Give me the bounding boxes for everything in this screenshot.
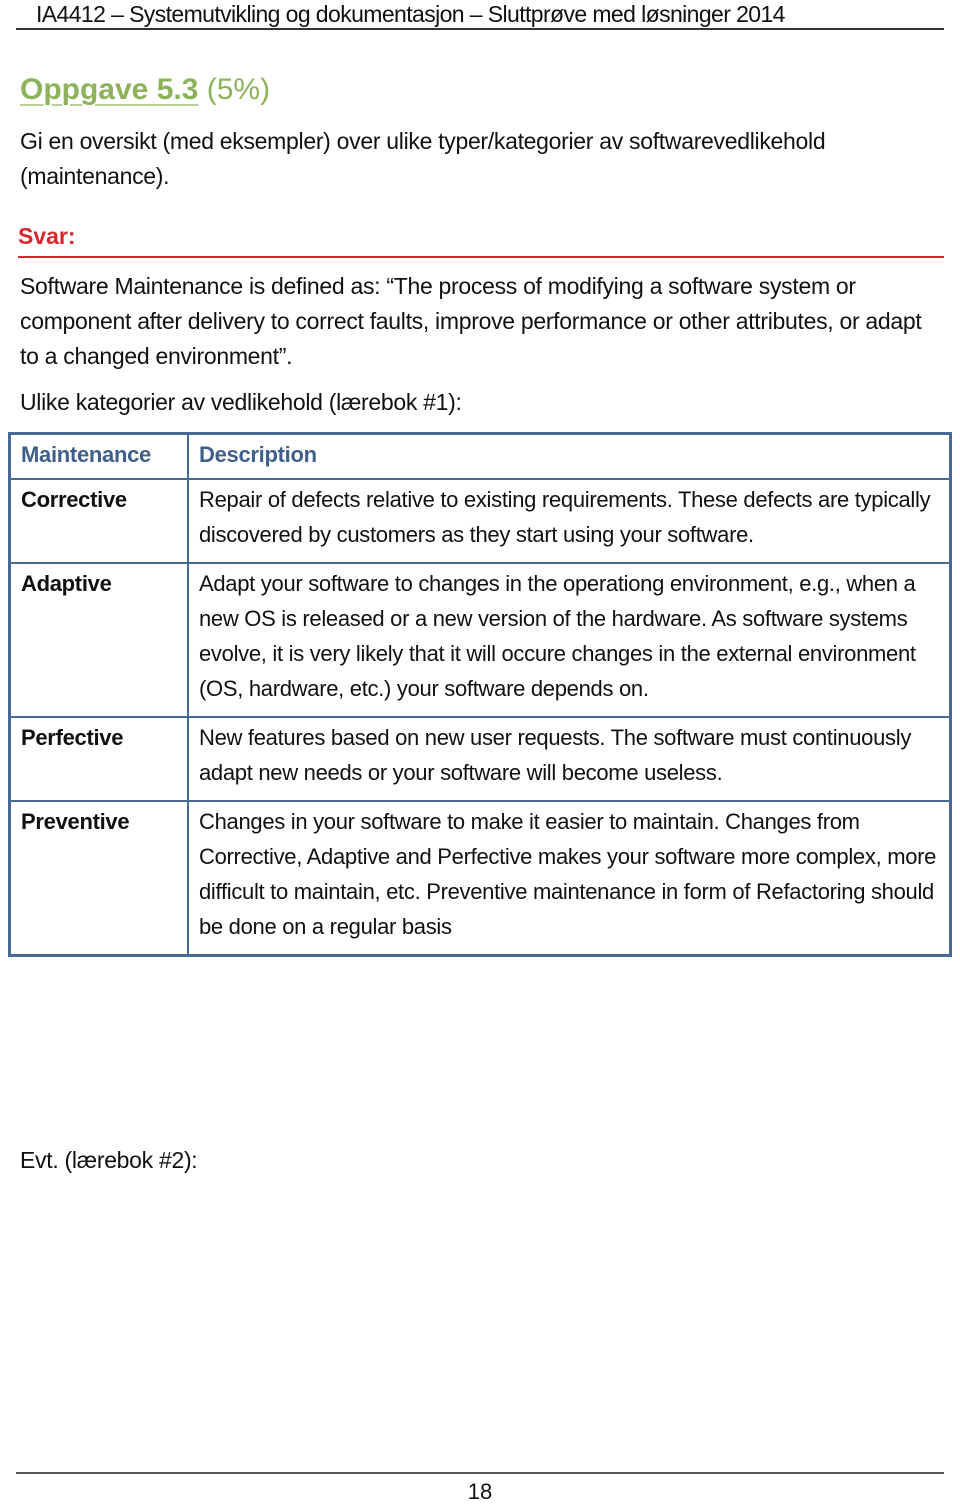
task-number: Oppgave 5.3	[20, 73, 199, 106]
table-row: Preventive Changes in your software to m…	[8, 800, 952, 957]
task-question: Gi en oversikt (med eksempler) over ulik…	[20, 128, 826, 189]
footer-divider	[16, 1472, 944, 1474]
table-header-row: Maintenance Description	[8, 432, 952, 480]
column-header-maintenance: Maintenance	[8, 432, 189, 480]
category-cell: Corrective	[8, 478, 189, 564]
categories-intro: Ulike kategorier av vedlikehold (lærebok…	[20, 389, 462, 415]
category-cell: Adaptive	[8, 562, 189, 718]
category-cell: Preventive	[8, 800, 189, 957]
description-cell: Changes in your software to make it easi…	[187, 800, 952, 957]
page-header: IA4412 – Systemutvikling og dokumentasjo…	[16, 0, 944, 30]
table-row: Perfective New features based on new use…	[8, 716, 952, 802]
description-cell: New features based on new user requests.…	[187, 716, 952, 802]
category-cell: Perfective	[8, 716, 189, 802]
maintenance-definition: Software Maintenance is defined as: “The…	[20, 273, 922, 369]
task-heading: Oppgave 5.3 (5%)	[20, 70, 270, 110]
table-row: Adaptive Adapt your software to changes …	[8, 562, 952, 718]
description-cell: Repair of defects relative to existing r…	[187, 478, 952, 564]
maintenance-table: Maintenance Description Corrective Repai…	[8, 432, 952, 957]
page-number: 18	[467, 1479, 493, 1504]
answer-label: Svar:	[18, 220, 944, 258]
task-weight: (5%)	[206, 73, 271, 106]
column-header-description: Description	[187, 432, 952, 480]
additional-reference: Evt. (lærebok #2):	[20, 1147, 198, 1173]
document-title: IA4412 – Systemutvikling og dokumentasjo…	[36, 1, 785, 27]
table-row: Corrective Repair of defects relative to…	[8, 478, 952, 564]
description-cell: Adapt your software to changes in the op…	[187, 562, 952, 718]
